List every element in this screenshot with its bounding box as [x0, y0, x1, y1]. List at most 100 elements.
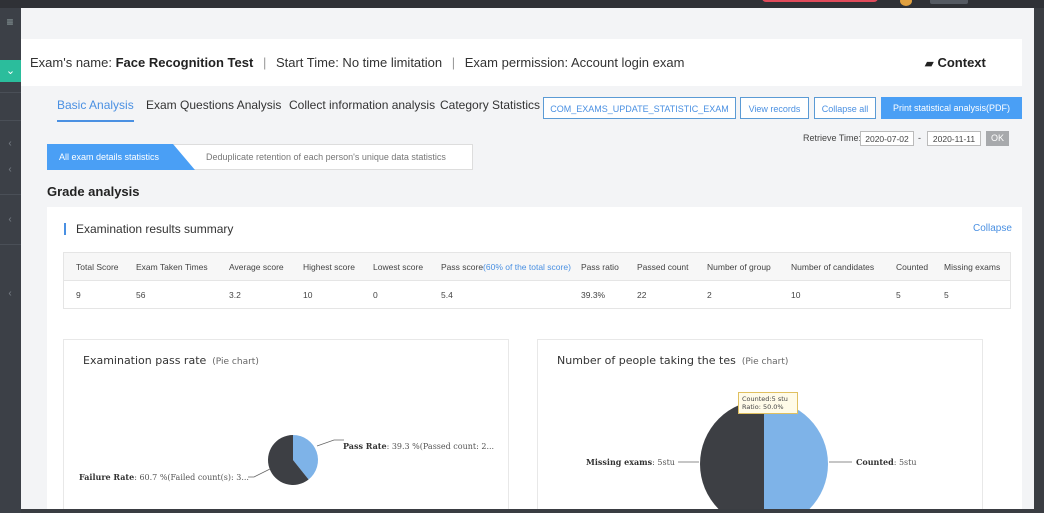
- date-from-input[interactable]: 2020-07-02: [860, 131, 914, 146]
- tab-collect-information-analysis[interactable]: Collect information analysis: [289, 98, 435, 120]
- header-highest-score: Highest score: [303, 262, 355, 272]
- print-pdf-button[interactable]: Print statistical analysis(PDF): [881, 97, 1022, 119]
- cell-missing-exams: 5: [944, 290, 949, 300]
- cell-highest-score: 10: [303, 290, 313, 300]
- top-bar: [0, 0, 1044, 8]
- cell-exam-taken-times: 56: [136, 290, 146, 300]
- chart-tooltip: Counted:5 stu Ratio: 50.0%: [738, 392, 798, 414]
- statistics-mode-tabs: All exam details statistics Deduplicate …: [47, 144, 473, 170]
- cell-pass-ratio: 39.3%: [581, 290, 606, 300]
- start-time: Start Time: No time limitation: [275, 55, 443, 70]
- tab-category-statistics[interactable]: Category Statistics: [440, 98, 540, 120]
- missing-exams-name: Missing exams: [586, 457, 653, 467]
- header-pass-ratio: Pass ratio: [581, 262, 619, 272]
- sidebar: ≡ ⌄ ‹ ‹ ‹ ‹: [0, 8, 21, 513]
- tooltip-line-2: Ratio: 50.0%: [742, 403, 784, 411]
- failure-rate-leader-line: [248, 468, 271, 478]
- date-to-input[interactable]: 2020-11-11: [927, 131, 981, 146]
- menu-icon[interactable]: ≡: [2, 14, 18, 30]
- retrieve-time-label: Retrieve Time:: [803, 133, 862, 143]
- failure-rate-name: Failure Rate: [79, 472, 134, 482]
- header-exam-taken-times: Exam Taken Times: [136, 262, 208, 272]
- exam-name-label: Exam's name:: [30, 55, 112, 70]
- update-statistic-button[interactable]: COM_EXAMS_UPDATE_STATISTIC_EXAM: [543, 97, 736, 119]
- cell-average-score: 3.2: [229, 290, 241, 300]
- cell-pass-score: 5.4: [441, 290, 453, 300]
- header-passed-count: Passed count: [637, 262, 689, 272]
- ok-button[interactable]: OK: [986, 131, 1009, 146]
- pass-score-label: Pass score: [441, 262, 484, 272]
- exam-header: Exam's name: Face Recognition Test | Sta…: [21, 39, 1022, 86]
- exam-info: Exam's name: Face Recognition Test | Sta…: [30, 55, 684, 70]
- tab-exam-questions-analysis[interactable]: Exam Questions Analysis: [146, 98, 281, 120]
- header-number-of-candidates: Number of candidates: [791, 262, 875, 272]
- right-edge: [1034, 8, 1044, 513]
- header-average-score: Average score: [229, 262, 284, 272]
- sidebar-divider: [0, 194, 21, 195]
- notification-pill[interactable]: [762, 0, 878, 2]
- sidebar-divider: [0, 92, 21, 93]
- bottom-edge: [21, 509, 1034, 513]
- pass-rate-pie-chart[interactable]: Pass Rate: 39.3 %(Passed count: 2... Fai…: [64, 340, 508, 513]
- header-lowest-score: Lowest score: [373, 262, 424, 272]
- header-counted: Counted: [896, 262, 929, 272]
- sidebar-divider: [0, 244, 21, 245]
- tooltip-line-1: Counted:5 stu: [742, 395, 788, 403]
- cell-passed-count: 22: [637, 290, 647, 300]
- context-button[interactable]: ▰ Context: [925, 55, 986, 70]
- header-total-score: Total Score: [76, 262, 119, 272]
- view-records-button[interactable]: View records: [740, 97, 809, 119]
- pie-slice-counted[interactable]: [764, 400, 828, 513]
- cell-number-of-candidates: 10: [791, 290, 801, 300]
- header-number-of-group: Number of group: [707, 262, 771, 272]
- summary-title: Examination results summary: [64, 223, 233, 235]
- table-header: Total Score Exam Taken Times Average sco…: [64, 253, 1010, 281]
- tab-basic-analysis[interactable]: Basic Analysis: [57, 98, 134, 122]
- collapse-all-button[interactable]: Collapse all: [814, 97, 876, 119]
- counted-name: Counted: [856, 457, 894, 467]
- failure-rate-value: : 60.7 %(Failed count(s): 3...: [134, 473, 249, 482]
- pass-rate-label: Pass Rate: 39.3 %(Passed count: 2...: [343, 441, 494, 451]
- pass-rate-leader-line: [316, 439, 344, 447]
- sidebar-expand-button[interactable]: ⌄: [0, 60, 21, 82]
- cell-total-score: 9: [76, 290, 81, 300]
- pass-score-note: (60% of the total score): [483, 262, 571, 272]
- header-pass-score: Pass score(60% of the total score): [441, 262, 571, 272]
- header-missing-exams: Missing exams: [944, 262, 1001, 272]
- cell-counted: 5: [896, 290, 901, 300]
- tab-all-exam-details[interactable]: All exam details statistics: [47, 144, 195, 170]
- exam-name: Face Recognition Test: [115, 55, 254, 70]
- cell-number-of-group: 2: [707, 290, 712, 300]
- results-panel: Examination results summary Collapse Tot…: [47, 207, 1022, 513]
- summary-table: Total Score Exam Taken Times Average sco…: [63, 252, 1011, 309]
- people-pie-chart[interactable]: Counted: 5stu Missing exams: 5stu: [538, 340, 982, 513]
- pass-rate-value: : 39.3 %(Passed count: 2...: [387, 442, 495, 451]
- chevron-left-icon[interactable]: ‹: [4, 214, 16, 225]
- sidebar-divider: [0, 120, 21, 121]
- counted-label: Counted: 5stu: [856, 457, 917, 467]
- book-icon: ▰: [925, 58, 934, 70]
- user-menu[interactable]: [930, 0, 968, 4]
- missing-exams-label: Missing exams: 5stu: [586, 457, 675, 467]
- pass-rate-name: Pass Rate: [343, 441, 387, 451]
- people-pie[interactable]: [700, 400, 828, 513]
- failure-rate-label: Failure Rate: 60.7 %(Failed count(s): 3.…: [79, 472, 249, 482]
- separator: |: [451, 55, 456, 70]
- missing-exams-value: : 5stu: [652, 458, 675, 467]
- exam-permission: Exam permission: Account login exam: [464, 55, 685, 70]
- context-label: Context: [937, 55, 986, 70]
- user-avatar[interactable]: [900, 0, 912, 6]
- chevron-left-icon[interactable]: ‹: [4, 164, 16, 175]
- people-chart-card: Number of people taking the tes (Pie char…: [537, 339, 983, 513]
- pie-slice-missing-exams[interactable]: [700, 400, 764, 513]
- date-separator: -: [918, 133, 921, 143]
- chevron-left-icon[interactable]: ‹: [4, 288, 16, 299]
- main-content: Exam's name: Face Recognition Test | Sta…: [21, 8, 1034, 513]
- counted-value: : 5stu: [894, 458, 917, 467]
- chevron-left-icon[interactable]: ‹: [4, 138, 16, 149]
- tab-deduplicate-statistics[interactable]: Deduplicate retention of each person's u…: [206, 145, 446, 169]
- separator: |: [262, 55, 267, 70]
- pass-rate-pie[interactable]: [268, 435, 318, 485]
- collapse-link[interactable]: Collapse: [973, 223, 1012, 234]
- cell-lowest-score: 0: [373, 290, 378, 300]
